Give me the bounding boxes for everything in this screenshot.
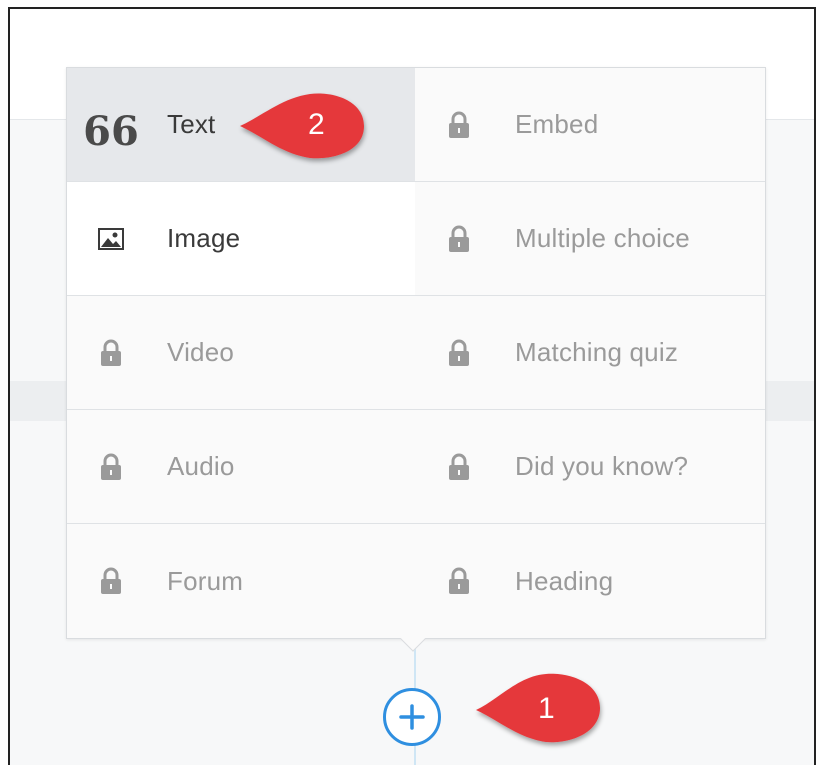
lock-icon xyxy=(97,453,125,481)
menu-item-label: Matching quiz xyxy=(515,337,679,367)
menu-item-audio[interactable]: Audio xyxy=(67,410,415,524)
lock-icon xyxy=(97,567,125,595)
block-type-menu: 66 Text Embed Image Multiple choice Vide… xyxy=(66,67,766,639)
menu-item-label: Forum xyxy=(167,565,244,596)
menu-item-heading[interactable]: Heading xyxy=(415,524,765,638)
add-block-button[interactable] xyxy=(383,688,441,746)
callout-number: 1 xyxy=(538,692,555,725)
menu-item-label: Did you know? xyxy=(515,451,689,481)
menu-item-forum[interactable]: Forum xyxy=(67,524,415,638)
lock-icon xyxy=(445,453,473,481)
image-icon xyxy=(97,225,125,253)
lock-icon xyxy=(445,111,473,139)
quote-icon: 66 xyxy=(83,107,139,155)
menu-item-label: Audio xyxy=(167,451,235,481)
menu-item-label: Image xyxy=(167,223,241,253)
lock-icon xyxy=(97,339,125,367)
menu-item-image[interactable]: Image xyxy=(67,182,415,296)
menu-item-label: Video xyxy=(167,337,235,367)
menu-item-label: Text xyxy=(167,109,216,139)
callout-number: 2 xyxy=(308,108,325,141)
menu-item-label: Embed xyxy=(515,109,599,139)
lock-icon xyxy=(445,339,473,367)
menu-item-embed[interactable]: Embed xyxy=(415,68,765,182)
menu-item-multiple-choice[interactable]: Multiple choice xyxy=(415,182,765,296)
menu-item-did-you-know[interactable]: Did you know? xyxy=(415,410,765,524)
menu-item-label: Heading xyxy=(515,565,614,596)
callout-1: 1 xyxy=(468,666,608,756)
menu-item-label: Multiple choice xyxy=(515,223,690,253)
callout-2: 2 xyxy=(232,86,372,176)
app-frame: 66 Text Embed Image Multiple choice Vide… xyxy=(8,7,816,765)
lock-icon xyxy=(445,225,473,253)
plus-circle-icon xyxy=(399,704,425,730)
lock-icon xyxy=(445,567,473,595)
menu-item-matching-quiz[interactable]: Matching quiz xyxy=(415,296,765,410)
menu-item-video[interactable]: Video xyxy=(67,296,415,410)
